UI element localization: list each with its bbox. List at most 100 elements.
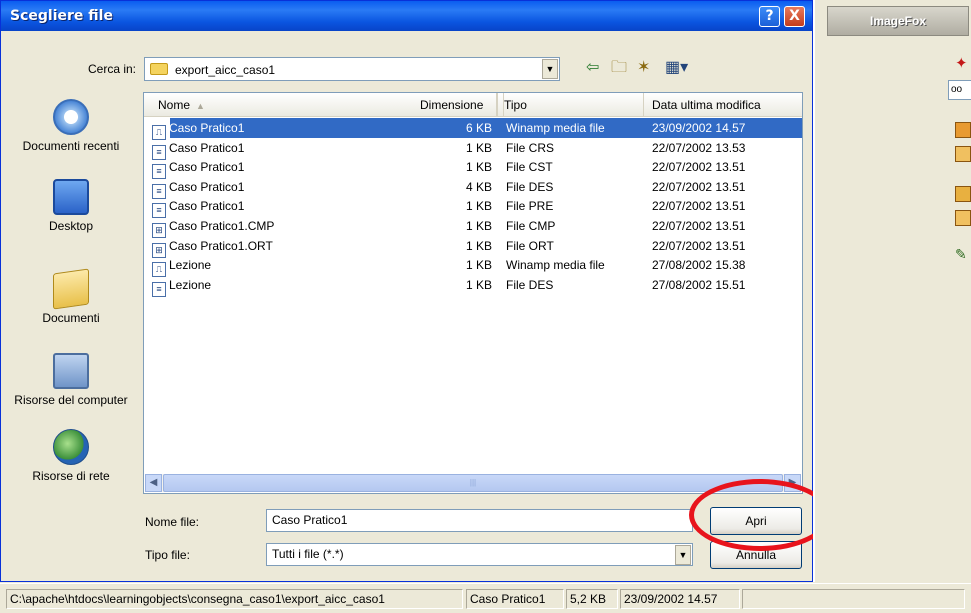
- file-date: 22/07/2002 13.51: [652, 219, 746, 233]
- dialog-title: Scegliere file: [10, 8, 113, 24]
- file-size: 1 KB: [465, 258, 492, 273]
- filename-value: Caso Pratico1: [272, 513, 348, 527]
- back-arrow-icon[interactable]: ⇦: [586, 60, 599, 76]
- place-documents[interactable]: Documenti: [11, 268, 131, 326]
- file-type: File CST: [506, 160, 553, 175]
- status-filename: Caso Pratico1: [466, 589, 564, 609]
- place-desktop[interactable]: Desktop: [11, 179, 131, 234]
- place-label: Documenti: [42, 311, 100, 325]
- file-date: 22/07/2002 13.51: [652, 179, 746, 194]
- file-name-cell: ≡ Lezione: [152, 275, 212, 297]
- file-date: 22/07/2002 13.51: [652, 199, 746, 214]
- file-type: File PRE: [506, 199, 554, 214]
- edit-pencil-icon[interactable]: ✎: [955, 246, 971, 262]
- imagefox-input[interactable]: oo: [948, 80, 971, 100]
- column-type[interactable]: Tipo: [498, 93, 644, 117]
- new-folder-icon[interactable]: ✶: [637, 60, 650, 76]
- file-type: Winamp media file: [506, 258, 605, 273]
- add-folder-icon[interactable]: [955, 210, 971, 226]
- imagefox-title: ImageFox: [827, 6, 969, 36]
- file-size: 1 KB: [465, 238, 492, 253]
- image-folder-icon[interactable]: [955, 122, 971, 138]
- file-row[interactable]: ⎍ Caso Pratico1 6 KB Winamp media file 23/09…: [144, 118, 802, 140]
- place-my-computer[interactable]: Risorse del computer: [11, 353, 131, 408]
- highlight-circle: [689, 479, 831, 551]
- file-name-cell: ⊞ Caso Pratico1.CMP: [152, 216, 274, 238]
- file-name-cell: ≡ Caso Pratico1: [152, 138, 245, 160]
- file-name: Lezione: [169, 258, 212, 273]
- dialog-titlebar[interactable]: Scegliere file ? X: [1, 1, 812, 31]
- file-type: Winamp media file: [506, 121, 605, 135]
- file-row[interactable]: ⊞ Caso Pratico1.CMP 1 KB File CMP 22/07/2002…: [144, 216, 802, 238]
- view-menu-icon[interactable]: ▦▾: [665, 60, 688, 76]
- file-row[interactable]: ≡ Caso Pratico1 4 KB File DES 22/07/2002 13.…: [144, 177, 802, 199]
- filename-input[interactable]: Caso Pratico1: [266, 509, 693, 532]
- column-date-label: Data ultima modifica: [652, 98, 761, 112]
- filetype-select[interactable]: Tutti i file (*.*) ▼: [266, 543, 693, 566]
- place-label: Desktop: [48, 219, 94, 233]
- file-type: File CMP: [506, 219, 556, 233]
- file-name-cell: ⊞ Caso Pratico1.ORT: [152, 236, 273, 258]
- sort-up-icon: ▲: [196, 101, 205, 111]
- filename-label: Nome file:: [145, 515, 200, 529]
- look-in-combo[interactable]: export_aicc_caso1 ▼: [144, 57, 560, 81]
- column-date[interactable]: Data ultima modifica: [644, 93, 802, 117]
- look-in-label: Cerca in:: [88, 62, 137, 76]
- file-row[interactable]: ≡ Caso Pratico1 1 KB File PRE 22/07/2002 13.…: [144, 196, 802, 219]
- folder-image-icon[interactable]: [955, 186, 971, 202]
- file-row[interactable]: ⎍ Lezione 1 KB Winamp media file 27/08/2002 …: [144, 255, 802, 278]
- filetype-label: Tipo file:: [145, 548, 190, 562]
- folder-icon: [150, 63, 168, 75]
- column-size[interactable]: Dimensione: [416, 93, 498, 117]
- place-recent-documents[interactable]: Documenti recenti: [11, 99, 131, 154]
- file-row[interactable]: ≡ Lezione 1 KB File DES 27/08/2002 15.51: [144, 275, 802, 297]
- status-size: 5,2 KB: [566, 589, 618, 609]
- scroll-left-icon[interactable]: ◀: [145, 474, 162, 492]
- file-name-cell: ⎍ Lezione: [152, 255, 212, 278]
- file-size: 1 KB: [465, 277, 492, 292]
- column-size-label: Dimensione: [420, 98, 484, 112]
- file-type: File DES: [506, 277, 554, 292]
- file-name: Caso Pratico1.ORT: [169, 238, 273, 253]
- chevron-down-icon[interactable]: ▼: [542, 59, 558, 79]
- help-button[interactable]: ?: [759, 6, 780, 27]
- look-in-value: export_aicc_caso1: [175, 63, 276, 77]
- file-size: 1 KB: [465, 140, 492, 155]
- file-date: 27/08/2002 15.51: [652, 277, 746, 292]
- up-folder-icon[interactable]: 🗀: [611, 60, 627, 76]
- place-label: Risorse di rete: [32, 469, 110, 483]
- file-name: Caso Pratico1: [169, 140, 245, 155]
- column-name-label: Nome: [158, 98, 191, 112]
- file-name: Caso Pratico1: [169, 199, 245, 214]
- status-date: 23/09/2002 14.57: [620, 589, 740, 609]
- horizontal-scrollbar[interactable]: ◀ ||| ▶: [145, 474, 801, 492]
- place-label: Documenti recenti: [22, 139, 120, 153]
- column-type-label: Tipo: [504, 98, 527, 112]
- network-icon: [53, 429, 89, 465]
- add-image-icon[interactable]: [955, 146, 971, 162]
- file-name: Lezione: [169, 277, 212, 292]
- close-button[interactable]: X: [784, 6, 805, 27]
- fox-icon[interactable]: ✦: [955, 54, 971, 72]
- file-list[interactable]: Nome ▲ Dimensione Tipo Data ultima modifi…: [143, 92, 803, 494]
- place-label: Risorse del computer: [14, 393, 128, 407]
- file-name: Caso Pratico1: [169, 179, 245, 194]
- places-bar: Documenti recenti Desktop Documenti Riso…: [11, 91, 131, 496]
- file-name: Caso Pratico1: [169, 121, 245, 135]
- status-bar: C:\apache\htdocs\learningobjects\consegn…: [0, 583, 971, 613]
- imagefox-panel: ImageFox ✦ oo ✎: [813, 0, 971, 582]
- file-type: File DES: [506, 179, 554, 194]
- file-name-cell: ≡ Caso Pratico1: [152, 157, 245, 180]
- file-row[interactable]: ≡ Caso Pratico1 1 KB File CRS 22/07/2002 13.…: [144, 138, 802, 160]
- recent-documents-icon: [53, 99, 89, 135]
- file-name-cell: ≡ Caso Pratico1: [152, 177, 245, 199]
- file-date: 22/07/2002 13.51: [652, 160, 746, 175]
- scrollbar-thumb[interactable]: |||: [163, 474, 783, 492]
- file-name: Caso Pratico1: [169, 160, 245, 175]
- file-row[interactable]: ≡ Caso Pratico1 1 KB File CST 22/07/2002 13.…: [144, 157, 802, 180]
- file-size: 1 KB: [465, 160, 492, 175]
- file-date: 23/09/2002 14.57: [652, 121, 746, 135]
- place-network[interactable]: Risorse di rete: [11, 429, 131, 484]
- file-row[interactable]: ⊞ Caso Pratico1.ORT 1 KB File ORT 22/07/2002…: [144, 236, 802, 258]
- chevron-down-icon[interactable]: ▼: [675, 545, 691, 565]
